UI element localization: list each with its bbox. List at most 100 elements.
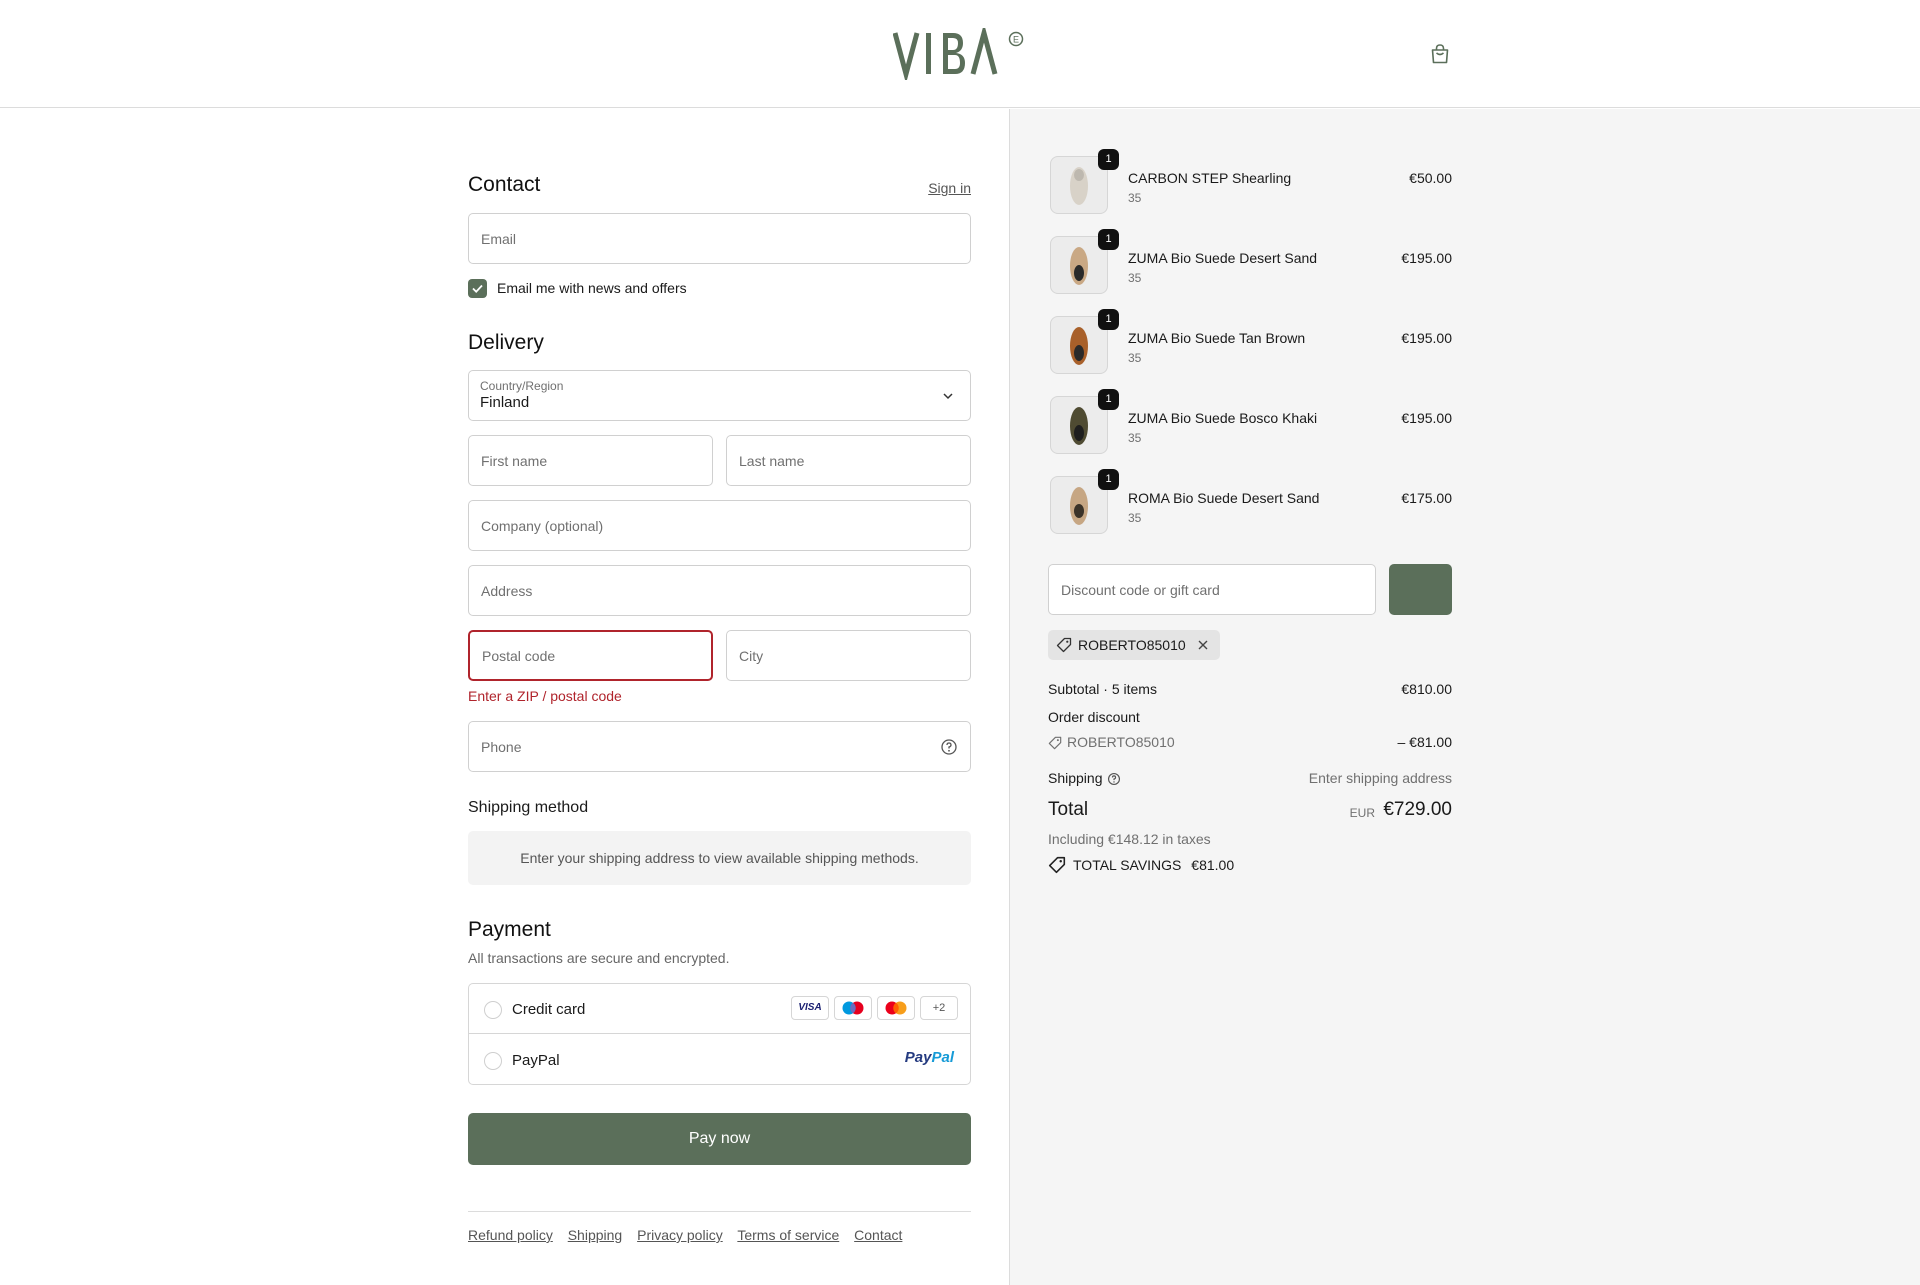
sign-in-link[interactable]: Sign in — [928, 180, 971, 196]
paypal-logo: PayPal — [904, 1049, 954, 1066]
country-label: Country/Region — [480, 379, 564, 393]
discount-code-field[interactable] — [1048, 564, 1376, 615]
quantity-badge: 1 — [1098, 309, 1119, 330]
item-price: €50.00 — [1409, 170, 1452, 186]
shopping-bag-icon — [1431, 44, 1449, 64]
contact-link[interactable]: Contact — [854, 1227, 902, 1243]
quantity-badge: 1 — [1098, 389, 1119, 410]
mastercard-icon — [877, 996, 915, 1020]
last-name-field[interactable] — [726, 435, 971, 486]
shipping-method-info: Enter your shipping address to view avai… — [468, 831, 971, 885]
item-price: €175.00 — [1401, 490, 1452, 506]
check-icon — [472, 284, 483, 293]
line-item: 1 ZUMA Bio Suede Tan Brown 35 €195.00 — [1048, 309, 1452, 377]
discount-value: – €81.00 — [1397, 734, 1453, 750]
visa-icon: VISA — [791, 996, 829, 1020]
credit-card-label: Credit card — [512, 1001, 586, 1018]
line-item: 1 ZUMA Bio Suede Desert Sand 35 €195.00 — [1048, 229, 1452, 297]
help-circle-icon[interactable] — [1107, 772, 1121, 786]
privacy-policy-link[interactable]: Privacy policy — [637, 1227, 723, 1243]
quantity-badge: 1 — [1098, 469, 1119, 490]
viba-logo[interactable]: E — [892, 23, 1027, 84]
company-input[interactable] — [469, 501, 970, 550]
city-input[interactable] — [727, 631, 970, 680]
tag-icon — [1048, 856, 1066, 874]
subtotal-value: €810.00 — [1401, 681, 1452, 697]
line-item: 1 CARBON STEP Shearling 35 €50.00 — [1048, 149, 1452, 217]
discount-code-row: ROBERTO85010 – €81.00 — [1048, 734, 1452, 750]
payment-option-credit-card[interactable]: Credit card VISA +2 — [469, 984, 970, 1034]
subtotal-row: Subtotal · 5 items €810.00 — [1048, 681, 1452, 697]
address-input[interactable] — [469, 566, 970, 615]
paypal-radio[interactable] — [484, 1052, 502, 1070]
mastercard-logo — [885, 1001, 907, 1015]
payment-subtitle: All transactions are secure and encrypte… — [468, 950, 730, 966]
maestro-logo — [842, 1001, 864, 1015]
postal-code-input[interactable] — [470, 632, 711, 679]
apply-discount-button[interactable] — [1389, 564, 1452, 615]
newsletter-checkbox[interactable] — [468, 279, 487, 298]
total-savings-row: TOTAL SAVINGS €81.00 — [1048, 856, 1452, 874]
item-name: ROMA Bio Suede Desert Sand — [1128, 490, 1320, 506]
payment-options: Credit card VISA +2 PayPal PayPal — [468, 983, 971, 1085]
item-price: €195.00 — [1401, 330, 1452, 346]
shipping-value: Enter shipping address — [1308, 770, 1452, 786]
refund-policy-link[interactable]: Refund policy — [468, 1227, 553, 1243]
total-currency: EUR — [1349, 806, 1375, 820]
item-variant: 35 — [1128, 511, 1142, 525]
phone-input[interactable] — [469, 722, 970, 771]
payment-title: Payment — [468, 918, 551, 941]
item-name: ZUMA Bio Suede Tan Brown — [1128, 330, 1306, 346]
applied-code: ROBERTO85010 — [1078, 637, 1186, 653]
order-discount-row: Order discount — [1048, 709, 1452, 725]
contact-title: Contact — [468, 173, 541, 196]
logo-mark: E — [892, 23, 1024, 84]
shipping-link[interactable]: Shipping — [568, 1227, 623, 1243]
payment-option-paypal[interactable]: PayPal PayPal — [469, 1035, 970, 1085]
tag-icon — [1056, 637, 1072, 653]
first-name-input[interactable] — [469, 436, 712, 485]
first-name-field[interactable] — [468, 435, 713, 486]
credit-card-radio[interactable] — [484, 1001, 502, 1019]
newsletter-label: Email me with news and offers — [497, 280, 687, 296]
line-item: 1 ZUMA Bio Suede Bosco Khaki 35 €195.00 — [1048, 389, 1452, 457]
quantity-badge: 1 — [1098, 229, 1119, 250]
pay-now-button[interactable]: Pay now — [468, 1113, 971, 1165]
email-field[interactable] — [468, 213, 971, 264]
company-field[interactable] — [468, 500, 971, 551]
item-name: ZUMA Bio Suede Bosco Khaki — [1128, 410, 1318, 426]
chevron-down-icon — [943, 393, 953, 400]
svg-text:E: E — [1013, 35, 1019, 45]
email-input[interactable] — [469, 214, 970, 263]
remove-discount-close-icon[interactable] — [1196, 638, 1210, 652]
phone-field[interactable] — [468, 721, 971, 772]
more-cards-badge: +2 — [920, 996, 958, 1020]
country-select[interactable]: Country/Region Finland — [468, 370, 971, 421]
shipping-method-title: Shipping method — [468, 799, 589, 816]
footer-links: Refund policy Shipping Privacy policy Te… — [468, 1227, 913, 1243]
maestro-icon — [834, 996, 872, 1020]
last-name-input[interactable] — [727, 436, 970, 485]
item-variant: 35 — [1128, 271, 1142, 285]
item-variant: 35 — [1128, 351, 1142, 365]
savings-label: TOTAL SAVINGS — [1073, 857, 1182, 873]
delivery-title: Delivery — [468, 331, 544, 354]
postal-code-field[interactable] — [468, 630, 713, 681]
total-label: Total — [1048, 799, 1089, 820]
line-item: 1 ROMA Bio Suede Desert Sand 35 €175.00 — [1048, 469, 1452, 537]
help-circle-icon[interactable] — [940, 738, 958, 756]
terms-of-service-link[interactable]: Terms of service — [737, 1227, 839, 1243]
header: E — [0, 0, 1920, 108]
city-field[interactable] — [726, 630, 971, 681]
visa-text: VISA — [798, 1002, 822, 1013]
postal-code-error: Enter a ZIP / postal code — [468, 688, 622, 704]
cart-button[interactable] — [1428, 42, 1452, 66]
discount-code-input[interactable] — [1049, 565, 1375, 614]
taxes-note: Including €148.12 in taxes — [1048, 831, 1211, 847]
item-price: €195.00 — [1401, 250, 1452, 266]
order-discount-label: Order discount — [1048, 709, 1140, 725]
item-price: €195.00 — [1401, 410, 1452, 426]
savings-value: €81.00 — [1191, 857, 1235, 873]
country-value: Finland — [480, 394, 530, 411]
address-field[interactable] — [468, 565, 971, 616]
